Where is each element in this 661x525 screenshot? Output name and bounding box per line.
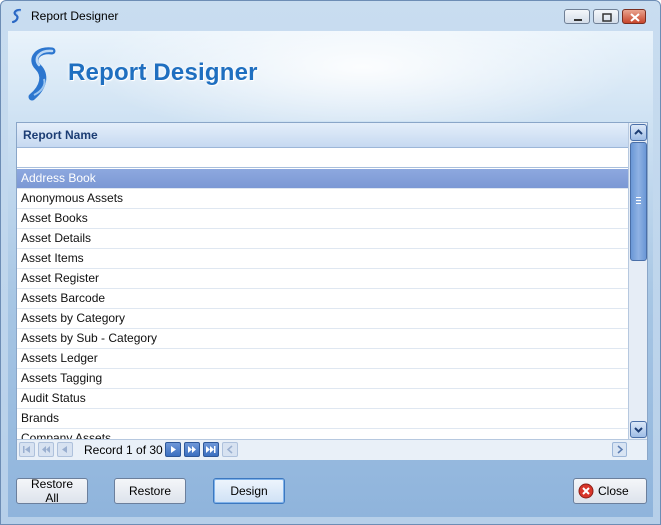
previous-page-button[interactable] xyxy=(38,442,54,457)
rewind-icon xyxy=(42,446,50,453)
scroll-thumb[interactable] xyxy=(630,142,647,261)
last-page-icon xyxy=(206,446,216,453)
table-row[interactable]: Audit Status xyxy=(17,389,628,409)
banner-title: Report Designer xyxy=(68,59,258,86)
table-row[interactable]: Assets by Category xyxy=(17,309,628,329)
chevron-left-icon xyxy=(226,445,233,454)
previous-icon xyxy=(62,446,67,453)
scroll-right-button[interactable] xyxy=(612,442,627,457)
chevron-down-icon xyxy=(634,427,643,433)
table-row[interactable]: Brands xyxy=(17,409,628,429)
grip-icon xyxy=(636,197,641,204)
table-row[interactable]: Asset Items xyxy=(17,249,628,269)
record-position: Record 1 of 30 xyxy=(84,443,163,457)
design-button[interactable]: Design xyxy=(213,478,285,504)
first-record-button[interactable] xyxy=(19,442,35,457)
maximize-icon xyxy=(602,13,612,22)
restore-button[interactable]: Restore xyxy=(114,478,186,504)
minimize-icon xyxy=(574,19,582,21)
previous-record-button[interactable] xyxy=(57,442,73,457)
next-icon xyxy=(171,446,176,453)
table-row[interactable]: Asset Books xyxy=(17,209,628,229)
close-circle-icon xyxy=(578,483,594,499)
close-button-label: Close xyxy=(598,484,629,498)
scroll-up-button[interactable] xyxy=(630,124,647,141)
report-designer-window: Report Designer Report Designer Report N… xyxy=(0,0,661,525)
table-row[interactable]: Assets Ledger xyxy=(17,349,628,369)
report-designer-app-icon xyxy=(11,8,22,24)
minimize-button[interactable] xyxy=(564,9,590,24)
window-title: Report Designer xyxy=(31,9,119,23)
last-record-button[interactable] xyxy=(203,442,219,457)
next-record-button[interactable] xyxy=(165,442,181,457)
table-row[interactable]: Company Assets xyxy=(17,429,628,439)
table-row[interactable]: Assets by Sub - Category xyxy=(17,329,628,349)
table-row[interactable]: Asset Details xyxy=(17,229,628,249)
record-navigator: Record 1 of 30 xyxy=(17,439,647,460)
fast-forward-icon xyxy=(188,446,196,453)
next-page-button[interactable] xyxy=(184,442,200,457)
table-row[interactable]: Address Book xyxy=(17,169,628,189)
close-button[interactable]: Close xyxy=(573,478,647,504)
filter-row xyxy=(17,148,628,168)
restore-all-button[interactable]: Restore All xyxy=(16,477,88,505)
report-rows: Address Book Anonymous Assets Asset Book… xyxy=(17,169,628,439)
filter-input[interactable] xyxy=(17,148,628,166)
chevron-up-icon xyxy=(634,129,643,135)
table-row[interactable]: Assets Barcode xyxy=(17,289,628,309)
close-icon xyxy=(630,13,640,22)
chevron-right-icon xyxy=(617,445,624,454)
vertical-scrollbar[interactable] xyxy=(628,123,647,439)
table-row[interactable]: Anonymous Assets xyxy=(17,189,628,209)
table-row[interactable]: Assets Tagging xyxy=(17,369,628,389)
table-row[interactable]: Asset Register xyxy=(17,269,628,289)
window-close-button[interactable] xyxy=(622,9,646,24)
column-header-report-name[interactable]: Report Name xyxy=(17,123,628,148)
scroll-left-button[interactable] xyxy=(222,442,238,457)
maximize-button[interactable] xyxy=(593,9,619,24)
first-page-icon xyxy=(23,446,30,453)
report-designer-logo-icon xyxy=(28,47,56,101)
header-banner: Report Designer xyxy=(8,31,653,121)
report-list-grid: Report Name Address Book Anonymous Asset… xyxy=(16,122,648,460)
client-area: Report Designer Report Name Address Book… xyxy=(8,31,653,517)
title-bar[interactable]: Report Designer xyxy=(1,1,660,31)
column-header-label: Report Name xyxy=(23,128,98,142)
scroll-down-button[interactable] xyxy=(630,421,647,438)
